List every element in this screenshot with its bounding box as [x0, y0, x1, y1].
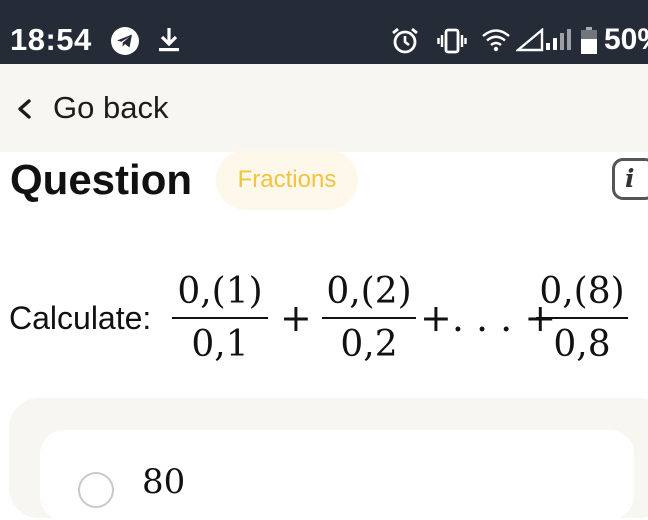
status-bar: 18:54 50%: [0, 0, 648, 64]
vibrate-icon: [437, 28, 467, 54]
fraction-2-bar: [322, 317, 416, 319]
fraction-3-denominator: 0,8: [553, 324, 611, 365]
chevron-left-icon[interactable]: [14, 98, 36, 120]
fraction-3-numerator: 0,(8): [539, 271, 625, 312]
fraction-1-numerator: 0,(1): [177, 271, 263, 312]
telegram-icon: [111, 27, 139, 55]
info-button[interactable]: i: [612, 158, 648, 200]
fraction-2-denominator: 0,2: [340, 324, 398, 365]
fraction-2: 0,(2) 0,2: [322, 272, 416, 365]
header-bar: Go back: [0, 64, 648, 152]
topic-tag: Fractions: [216, 150, 358, 210]
fraction-3-bar: [536, 317, 628, 319]
answer-option-label: 80: [142, 462, 186, 502]
calculate-label: Calculate:: [9, 300, 152, 336]
alarm-icon: [392, 27, 418, 54]
answer-option-radio[interactable]: [78, 472, 114, 508]
fraction-1: 0,(1) 0,1: [172, 272, 268, 365]
fraction-1-denominator: 0,1: [191, 324, 249, 365]
wifi-icon: [482, 29, 510, 52]
battery-percentage: 50%: [604, 23, 648, 56]
question-title: Question: [10, 156, 193, 203]
answer-option-card[interactable]: [40, 430, 634, 520]
go-back-button[interactable]: Go back: [53, 88, 168, 128]
status-clock: 18:54: [10, 22, 92, 57]
plus-operator: +: [280, 296, 312, 340]
battery-icon: [581, 27, 597, 54]
topic-tag-label: Fractions: [237, 166, 337, 193]
info-icon: i: [625, 164, 635, 193]
fraction-2-numerator: 0,(2): [326, 271, 412, 312]
signal-icon: [516, 28, 571, 52]
fraction-3: 0,(8) 0,8: [536, 272, 628, 365]
fraction-1-bar: [172, 317, 268, 319]
download-icon: [159, 28, 179, 52]
